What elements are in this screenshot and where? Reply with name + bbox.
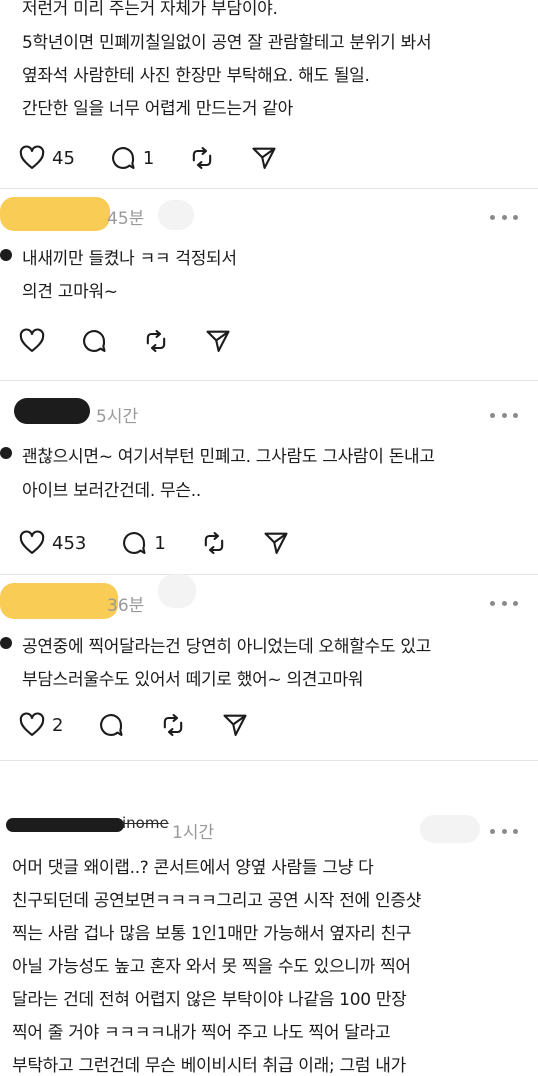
post-text-line: 공연중에 찍어달라는건 당연히 아니었는데 오해할수도 있고 [22, 637, 432, 657]
like-count: 2 [52, 714, 64, 736]
comment-icon [111, 147, 135, 169]
share-icon [264, 532, 288, 554]
like-button[interactable]: 453 [18, 529, 86, 557]
like-button[interactable] [18, 327, 46, 355]
post-actions: 453 1 [18, 528, 324, 558]
more-dot [490, 214, 495, 220]
repost-button[interactable] [159, 711, 187, 739]
share-button[interactable] [221, 711, 249, 739]
more-dot [513, 412, 518, 418]
thread-indicator [0, 447, 12, 459]
post-text-line: 부담스러울수도 있어서 떼기로 했어~ 의견고마워 [22, 670, 364, 690]
reply-count: 1 [142, 147, 155, 169]
thread-indicator [0, 249, 12, 261]
share-button[interactable] [204, 327, 232, 355]
like-button[interactable]: 45 [18, 144, 75, 172]
more-dot [513, 828, 518, 834]
redaction-smudge [158, 574, 196, 608]
comment-icon [123, 532, 146, 554]
comment-icon [100, 714, 124, 736]
heart-icon [19, 145, 45, 169]
more-dot [501, 828, 507, 834]
thread-page: 저런거 미리 주는거 자체가 부담이야. 5학년이면 민폐끼칠일없이 공연 잘 … [0, 0, 538, 1076]
share-icon [223, 714, 248, 736]
post-time: 36분 [107, 596, 145, 616]
heart-icon [19, 328, 45, 352]
more-options-button[interactable] [490, 213, 518, 221]
reply-button[interactable] [97, 711, 125, 739]
reply-count: 1 [154, 532, 166, 554]
repost-icon [164, 714, 183, 736]
share-button[interactable] [262, 529, 290, 557]
post-text-line: 저런거 미리 주는거 자체가 부담이야. [22, 0, 278, 19]
repost-icon [146, 330, 166, 352]
post-text-line: 5학년이면 민폐끼칠일없이 공연 잘 관람할테고 분위기 봐서 [22, 33, 432, 53]
more-options-button[interactable] [490, 599, 518, 607]
redacted-username [0, 583, 118, 619]
repost-icon [193, 147, 212, 169]
reply-button[interactable]: 1 [120, 529, 166, 557]
post-time: 5시간 [96, 407, 139, 427]
post-text-line: 친구되던데 공연보면ㅋㅋㅋㅋ그리고 공연 시작 전에 인증샷 [12, 891, 422, 911]
repost-button[interactable] [200, 529, 228, 557]
username-partial: inome [122, 814, 169, 832]
share-icon [206, 330, 230, 352]
post-text-line: 간단한 일을 너무 어렵게 만드는거 같아 [22, 99, 293, 119]
comment-icon [83, 330, 106, 352]
post-text-line: 어머 댓글 왜이랩..? 콘서트에서 양옆 사람들 그냥 다 [12, 858, 374, 878]
more-dot [501, 600, 507, 606]
redacted-username [6, 818, 124, 832]
like-button[interactable]: 2 [18, 711, 63, 739]
more-dot [501, 214, 507, 220]
redaction-smudge [420, 815, 480, 843]
share-icon [252, 147, 276, 169]
post-time: 45분 [107, 209, 145, 229]
like-count: 453 [52, 532, 87, 554]
more-dot [513, 600, 518, 606]
reply-button[interactable]: 1 [109, 144, 154, 172]
more-options-button[interactable] [490, 827, 518, 835]
like-count: 45 [52, 147, 75, 169]
redacted-username [14, 398, 90, 424]
post-actions: 45 1 [18, 143, 312, 173]
post-actions: 2 [18, 710, 283, 740]
repost-icon [204, 532, 224, 554]
divider [0, 380, 538, 381]
divider [0, 760, 538, 761]
reply-button[interactable] [80, 327, 108, 355]
repost-button[interactable] [188, 144, 216, 172]
repost-button[interactable] [142, 327, 170, 355]
post-text-line: 의견 고마워~ [22, 282, 118, 302]
more-dot [501, 412, 507, 418]
more-dot [490, 412, 495, 418]
post-text-line: 괜찮으시면~ 여기서부턴 민폐고. 그사람도 그사람이 돈내고 [22, 447, 435, 467]
thread-indicator [0, 637, 12, 649]
post-text-line: 부탁하고 그런건데 무슨 베이비시터 취급 이래; 그럼 내가 [12, 1056, 406, 1076]
post-text-line: 아이브 보러간건데. 무슨.. [22, 481, 201, 501]
more-dot [513, 214, 518, 220]
post-text-line: 아닐 가능성도 높고 혼자 와서 못 찍을 수도 있으니까 찍어 [12, 957, 411, 977]
post-text-line: 옆좌석 사람한테 사진 한장만 부탁해요. 해도 될일. [22, 66, 370, 86]
more-dot [490, 600, 495, 606]
divider [0, 188, 538, 189]
post-text-line: 찍는 사람 겁나 많음 보통 1인1￼매만 가능해서 옆자리 친구 [12, 924, 412, 944]
post-time: 1시간 [172, 823, 215, 843]
post-text-line: 내새끼만 들켰나 ㅋㅋ 걱정되서 [22, 249, 237, 269]
post-actions [18, 326, 266, 356]
redaction-smudge [158, 200, 194, 230]
redacted-username [0, 197, 110, 231]
heart-icon [19, 530, 45, 554]
more-dot [490, 828, 495, 834]
heart-icon [19, 712, 45, 736]
share-button[interactable] [250, 144, 278, 172]
post-text-line: 달라는 건데 전혀 어렵지 않은 부탁이야 나같음 100 만장 [12, 990, 407, 1010]
divider [0, 574, 538, 575]
post-text-line: 찍어 줄 거야 ㅋㅋㅋㅋ내가 찍어 주고 나도 찍어 달라고 [12, 1023, 391, 1043]
more-options-button[interactable] [490, 411, 518, 419]
